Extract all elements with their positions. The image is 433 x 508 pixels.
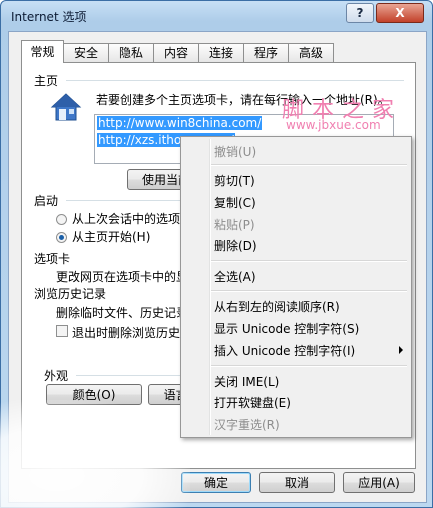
menu-gutter — [209, 139, 211, 435]
menu-item-insert-unicode[interactable]: 插入 Unicode 控制字符(I) — [214, 342, 355, 359]
title-bar[interactable]: Internet 选项 ? X — [1, 1, 432, 31]
submenu-arrow-icon — [399, 346, 403, 354]
tab-advanced[interactable]: 高级 — [288, 43, 334, 62]
menu-item-delete[interactable]: 删除(D) — [214, 237, 257, 254]
menu-item-select-all[interactable]: 全选(A) — [214, 268, 256, 285]
menu-item-reconversion[interactable]: 汉字重选(R) — [214, 416, 280, 433]
tab-security[interactable]: 安全 — [63, 43, 109, 62]
tabs-section-title: 选项卡 — [34, 252, 71, 266]
menu-separator — [211, 290, 407, 292]
tab-connections[interactable]: 连接 — [198, 43, 244, 62]
menu-item-copy[interactable]: 复制(C) — [214, 194, 256, 211]
delete-on-exit-checkbox[interactable] — [56, 325, 68, 337]
startup-section-title: 启动 — [34, 194, 59, 208]
home-icon — [50, 91, 82, 126]
window-title: Internet 选项 — [11, 10, 87, 24]
radio-last-session[interactable] — [56, 214, 67, 225]
menu-item-show-unicode[interactable]: 显示 Unicode 控制字符(S) — [214, 320, 359, 337]
tab-content[interactable]: 内容 — [153, 43, 199, 62]
image-smudge — [0, 400, 190, 508]
cancel-button[interactable]: 取消 — [259, 472, 335, 493]
menu-item-close-ime[interactable]: 关闭 IME(L) — [214, 373, 279, 390]
help-button[interactable]: ? — [346, 3, 374, 23]
apply-button[interactable]: 应用(A) — [343, 472, 415, 493]
menu-separator — [211, 260, 407, 262]
tabs-section-description: 更改网页在选项卡中的显示 — [56, 270, 201, 284]
context-menu: 撤销(U) 剪切(T) 复制(C) 粘贴(P) 删除(D) 全选(A) 从右到左… — [180, 136, 412, 438]
menu-item-undo[interactable]: 撤销(U) — [214, 143, 256, 160]
menu-item-paste[interactable]: 粘贴(P) — [214, 216, 255, 233]
radio-home-page[interactable] — [56, 232, 67, 243]
home-page-section-title: 主页 — [34, 74, 59, 88]
menu-item-soft-keyboard[interactable]: 打开软键盘(E) — [214, 394, 291, 411]
menu-separator — [211, 164, 407, 166]
home-url-line: http://www.win8china.com/ — [97, 116, 263, 130]
appearance-section-title: 外观 — [44, 369, 69, 383]
watermark-url: www.jbxue.com — [286, 118, 381, 132]
menu-separator — [211, 365, 407, 367]
tab-programs[interactable]: 程序 — [243, 43, 289, 62]
section-divider — [66, 80, 404, 81]
menu-item-rtl-reading-order[interactable]: 从右到左的阅读顺序(R) — [214, 298, 340, 315]
ok-button[interactable]: 确定 — [181, 472, 251, 493]
history-description: 删除临时文件、历史记录 — [56, 306, 189, 320]
radio-home-page-label: 从主页开始(H) — [72, 230, 151, 244]
tab-general[interactable]: 常规 — [21, 40, 64, 63]
tab-privacy[interactable]: 隐私 — [108, 43, 154, 62]
radio-last-session-label: 从上次会话中的选项卡 — [72, 212, 193, 226]
close-button[interactable]: X — [376, 3, 424, 23]
delete-on-exit-label: 退出时删除浏览历史记 — [72, 326, 193, 340]
menu-item-cut[interactable]: 剪切(T) — [214, 172, 255, 189]
history-section-title: 浏览历史记录 — [34, 287, 107, 301]
